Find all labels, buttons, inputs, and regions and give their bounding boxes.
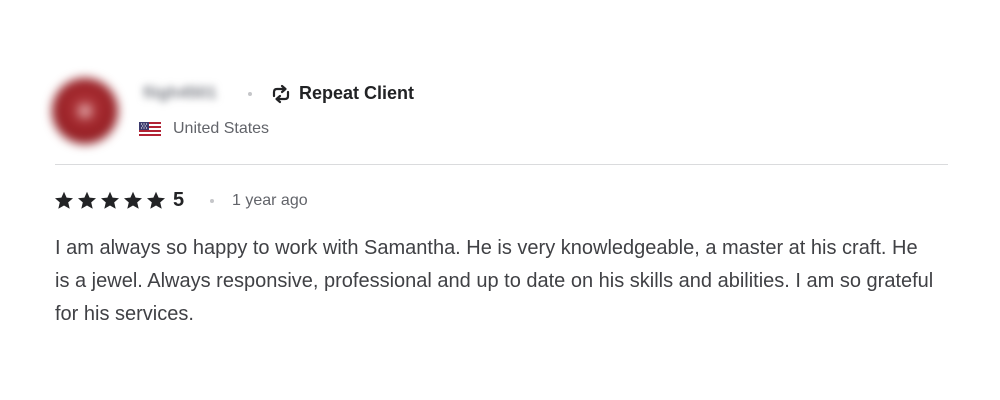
reviewer-username[interactable]: fiigh4501: [143, 83, 217, 103]
star-rating: 5: [54, 189, 184, 211]
star-icon: [54, 191, 74, 210]
country-name: United States: [173, 120, 270, 137]
review-time: 1 year ago: [232, 192, 308, 209]
repeat-icon: [270, 84, 292, 104]
repeat-client-label: Repeat Client: [299, 83, 415, 103]
reviewer-country: United States: [139, 120, 269, 138]
star-icon: [146, 191, 166, 210]
star-icon: [100, 191, 120, 210]
review-card: fiigh4501 Repeat Client United States 5 …: [0, 0, 1000, 400]
avatar[interactable]: [52, 78, 118, 144]
separator-dot: [248, 92, 252, 96]
star-icon: [77, 191, 97, 210]
avatar-initial-mark: [78, 104, 92, 118]
stars-group: [54, 191, 166, 210]
star-icon: [123, 191, 143, 210]
separator-dot: [210, 199, 214, 203]
repeat-client-badge: Repeat Client: [270, 83, 414, 104]
rating-score: 5: [173, 189, 185, 211]
header-divider: [55, 164, 948, 165]
review-text: I am always so happy to work with Samant…: [55, 237, 934, 325]
us-flag-icon: [139, 122, 161, 136]
